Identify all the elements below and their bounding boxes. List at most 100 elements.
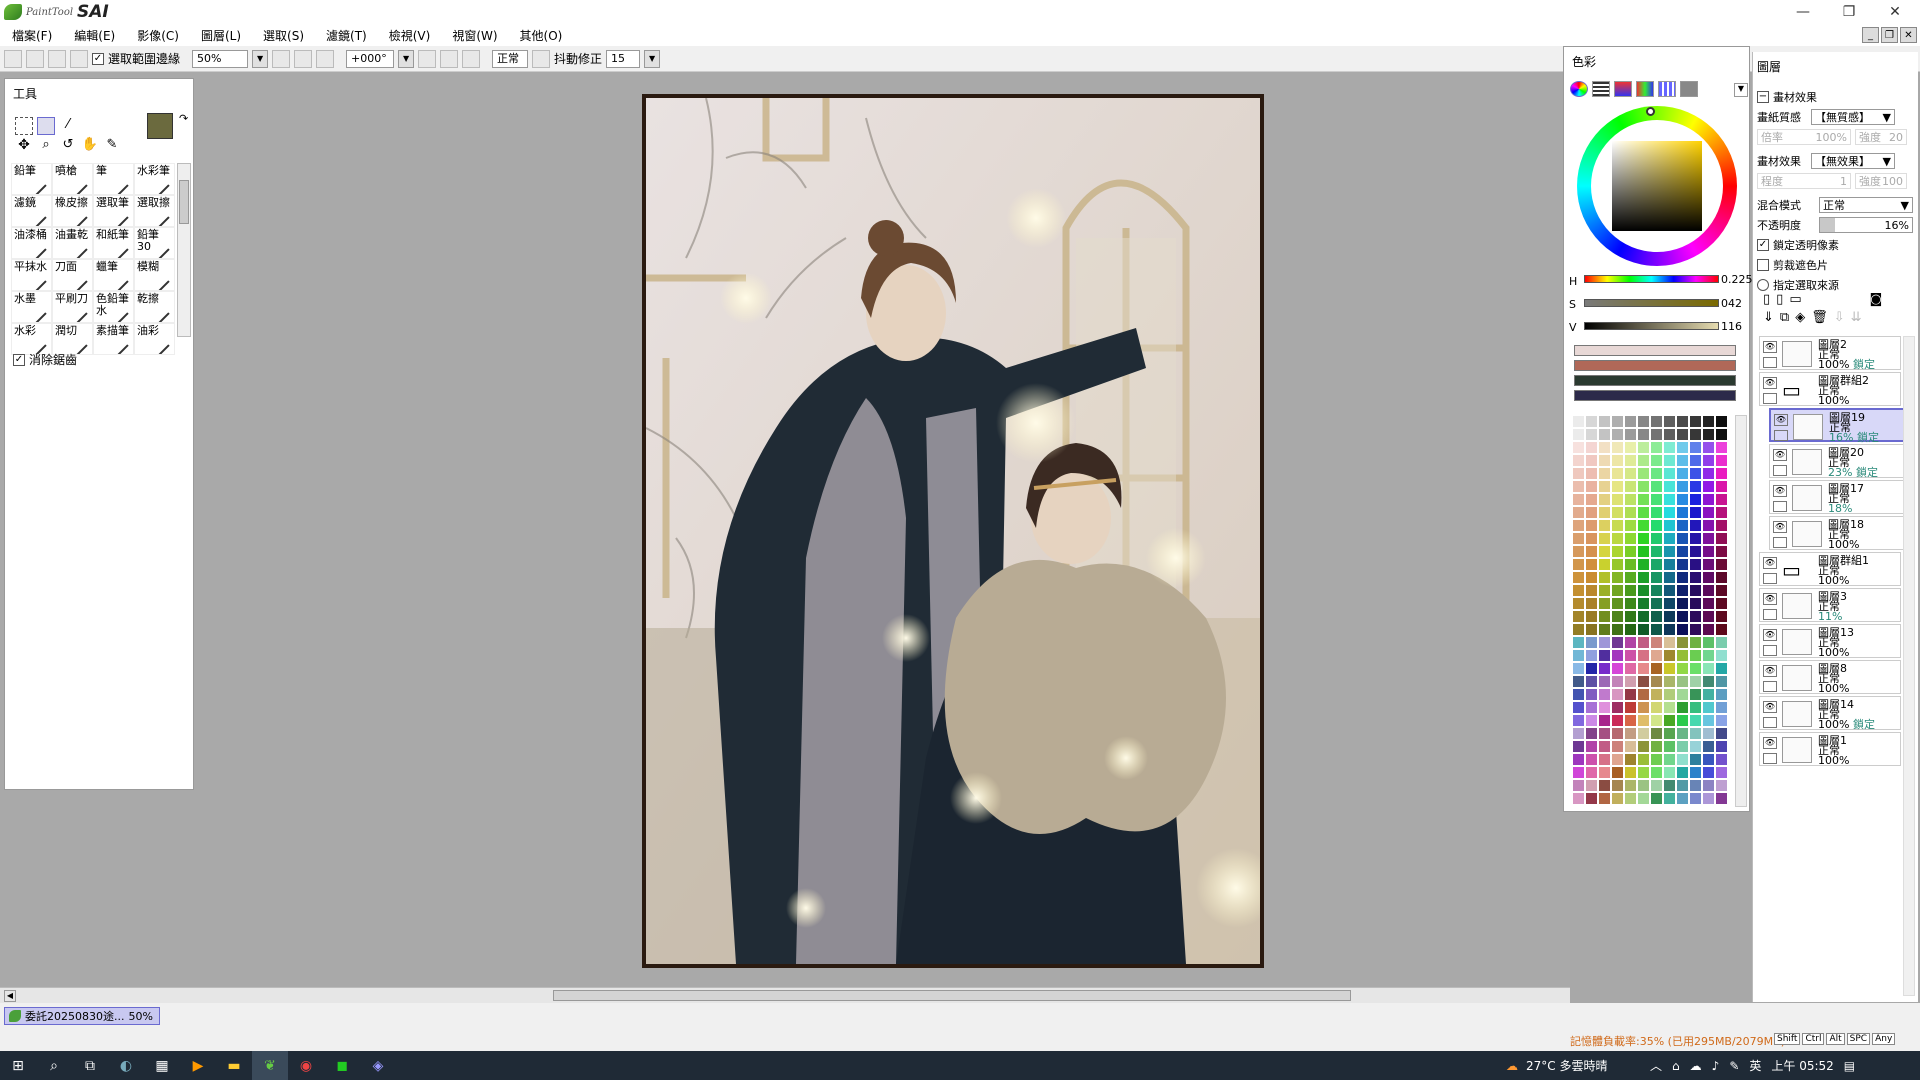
color-swatch[interactable] xyxy=(1598,740,1611,753)
color-swatch[interactable] xyxy=(1650,415,1663,428)
color-swatch[interactable] xyxy=(1689,675,1702,688)
color-swatch[interactable] xyxy=(1585,428,1598,441)
layer-item[interactable]: 👁 圖層1 正常 100% xyxy=(1759,732,1901,766)
color-swatch[interactable] xyxy=(1585,753,1598,766)
color-swatch[interactable] xyxy=(1689,558,1702,571)
color-swatch[interactable] xyxy=(1689,532,1702,545)
color-swatch[interactable] xyxy=(1689,727,1702,740)
color-swatch[interactable] xyxy=(1715,649,1728,662)
visibility-eye-icon[interactable]: 👁 xyxy=(1773,521,1787,533)
color-swatch[interactable] xyxy=(1689,571,1702,584)
color-swatch[interactable] xyxy=(1650,441,1663,454)
color-swatch[interactable] xyxy=(1624,688,1637,701)
color-swatch[interactable] xyxy=(1624,597,1637,610)
brush-slot[interactable]: 橡皮擦 xyxy=(52,195,93,227)
color-swatch[interactable] xyxy=(1624,532,1637,545)
brush-slot[interactable]: 筆 xyxy=(93,163,134,195)
color-swatch[interactable] xyxy=(1624,727,1637,740)
color-swatch[interactable] xyxy=(1598,571,1611,584)
color-swatch[interactable] xyxy=(1663,675,1676,688)
color-swatch[interactable] xyxy=(1637,571,1650,584)
menu-window[interactable]: 視窗(W) xyxy=(452,27,497,44)
clock[interactable]: 上午 05:52 xyxy=(1771,1057,1833,1074)
s-slider[interactable] xyxy=(1584,299,1719,307)
color-swatch[interactable] xyxy=(1585,519,1598,532)
color-swatch[interactable] xyxy=(1676,545,1689,558)
color-swatch[interactable] xyxy=(1598,519,1611,532)
color-wheel-mode-icon[interactable] xyxy=(1570,81,1588,97)
rect-select-icon[interactable] xyxy=(15,117,33,135)
visibility-eye-icon[interactable]: 👁 xyxy=(1773,449,1787,461)
blend-field[interactable]: 正常 xyxy=(492,49,529,68)
color-swatch[interactable] xyxy=(1715,792,1728,805)
color-swatch[interactable] xyxy=(1689,688,1702,701)
visibility-eye-icon[interactable]: 👁 xyxy=(1763,629,1777,641)
color-swatch[interactable] xyxy=(1585,688,1598,701)
layer-item[interactable]: 👁 圖層2 正常 100% 鎖定 xyxy=(1759,336,1901,370)
weather-icon[interactable]: ☁ xyxy=(1506,1059,1518,1073)
color-swatch[interactable] xyxy=(1650,675,1663,688)
visibility-eye-icon[interactable]: 👁 xyxy=(1763,593,1777,605)
color-swatch[interactable] xyxy=(1650,480,1663,493)
color-swatch[interactable] xyxy=(1702,701,1715,714)
color-swatch[interactable] xyxy=(1715,753,1728,766)
color-swatch[interactable] xyxy=(1572,714,1585,727)
color-swatch[interactable] xyxy=(1637,779,1650,792)
color-swatch[interactable] xyxy=(1637,753,1650,766)
color-swatch[interactable] xyxy=(1650,610,1663,623)
color-swatch[interactable] xyxy=(1624,506,1637,519)
visibility-eye-icon[interactable]: 👁 xyxy=(1773,485,1787,497)
color-swatch[interactable] xyxy=(1715,467,1728,480)
color-swatch[interactable] xyxy=(1650,714,1663,727)
color-swatch[interactable] xyxy=(1650,649,1663,662)
color-swatch[interactable] xyxy=(1572,454,1585,467)
layer-lock-toggle[interactable] xyxy=(1763,357,1777,368)
zoom-field[interactable]: 50% xyxy=(192,49,249,68)
color-swatch[interactable] xyxy=(1572,584,1585,597)
color-swatch[interactable] xyxy=(1572,493,1585,506)
color-swatch[interactable] xyxy=(1702,532,1715,545)
color-swatch[interactable] xyxy=(1572,545,1585,558)
color-swatch[interactable] xyxy=(1676,480,1689,493)
color-swatch[interactable] xyxy=(1637,584,1650,597)
color-swatch[interactable] xyxy=(1689,714,1702,727)
blend-mode-dropdown[interactable]: 正常 ▼ xyxy=(1819,197,1913,213)
color-swatch[interactable] xyxy=(1663,480,1676,493)
color-swatch[interactable] xyxy=(1611,688,1624,701)
h-slider[interactable] xyxy=(1584,275,1719,283)
color-swatch[interactable] xyxy=(1585,532,1598,545)
menu-edit[interactable]: 編輯(E) xyxy=(74,27,115,44)
layer-lock-toggle[interactable] xyxy=(1763,573,1777,584)
brush-slot[interactable]: 選取筆 xyxy=(93,195,134,227)
color-swatch[interactable] xyxy=(1650,753,1663,766)
color-swatch[interactable] xyxy=(1637,480,1650,493)
color-swatch[interactable] xyxy=(1572,597,1585,610)
rotation-dropdown-icon[interactable]: ▼ xyxy=(398,49,415,68)
color-swatch[interactable] xyxy=(1650,779,1663,792)
color-swatch[interactable] xyxy=(1702,454,1715,467)
brush-slot[interactable]: 選取擦 xyxy=(134,195,175,227)
menu-filter[interactable]: 濾鏡(T) xyxy=(326,27,367,44)
color-swatch[interactable] xyxy=(1702,597,1715,610)
color-swatch[interactable] xyxy=(1676,779,1689,792)
color-swatch[interactable] xyxy=(1702,506,1715,519)
layer-item[interactable]: 👁 圖層20 正常 23% 鎖定 xyxy=(1769,444,1911,478)
color-swatch[interactable] xyxy=(1689,623,1702,636)
tray-chevron-icon[interactable]: ︿ xyxy=(1650,1057,1662,1074)
color-swatch[interactable] xyxy=(1663,623,1676,636)
brush-slot[interactable]: 油畫乾 xyxy=(52,227,93,259)
color-swatch[interactable] xyxy=(1624,558,1637,571)
color-swatch[interactable] xyxy=(1598,662,1611,675)
brush-slot[interactable]: 平刷刀 xyxy=(52,291,93,323)
color-swatch[interactable] xyxy=(1624,415,1637,428)
color-swatch[interactable] xyxy=(1650,493,1663,506)
magic-wand-icon[interactable]: ⁄ xyxy=(59,117,77,135)
color-swatch[interactable] xyxy=(1637,558,1650,571)
color-swatch[interactable] xyxy=(1585,740,1598,753)
color-swatch[interactable] xyxy=(1689,792,1702,805)
color-swatch[interactable] xyxy=(1572,662,1585,675)
color-swatch[interactable] xyxy=(1585,792,1598,805)
visibility-eye-icon[interactable]: 👁 xyxy=(1763,557,1777,569)
layer-lock-toggle[interactable] xyxy=(1773,465,1787,476)
color-swatch[interactable] xyxy=(1611,701,1624,714)
